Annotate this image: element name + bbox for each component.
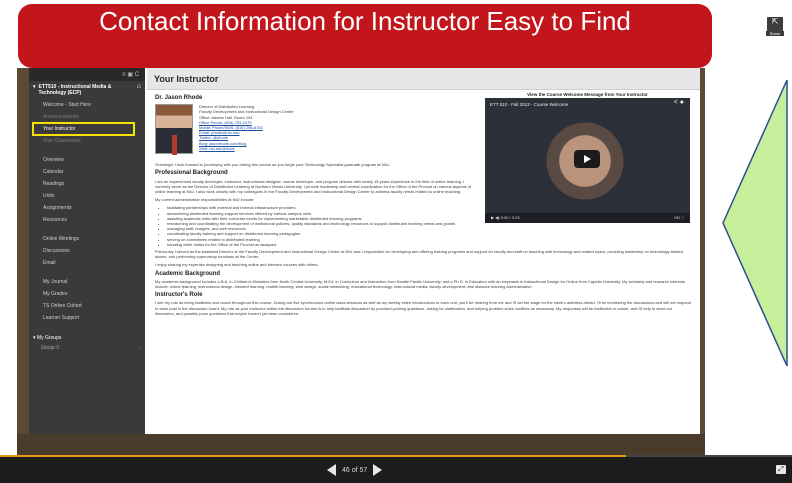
sidebar-item-your-classmates[interactable]: Your Classmates <box>29 135 145 147</box>
sidebar-item-assignments[interactable]: Assignments <box>29 202 145 214</box>
role-text: I see my role as being facilitator and c… <box>155 300 692 316</box>
page-heading: Your Instructor <box>147 68 700 90</box>
page-indicator: 46 of 57 <box>342 466 368 474</box>
greeting-text: Greetings! I look forward to journeying … <box>155 162 390 168</box>
groups-label: My Groups <box>36 335 62 341</box>
course-sidebar: ≡ ▣ C ▾ ETT510 - Instructional Media & T… <box>29 68 145 434</box>
menu-tools: Online Meetings Discussions Email <box>29 233 145 269</box>
list-item: handling other duties for the Office of … <box>167 242 693 247</box>
sidebar-item-ts-online-cohort[interactable]: TS Online Cohort <box>29 300 145 312</box>
video-title: ETT 510 - Fall 2013 - Course Welcome <box>490 102 569 107</box>
chevron-down-icon: ▾ <box>33 84 36 90</box>
sidebar-item-my-grades[interactable]: My Grades <box>29 288 145 300</box>
instructor-page-body: Dr. Jason Rhode Director of Distributed … <box>155 92 693 319</box>
callout-arrow-shape <box>722 80 788 366</box>
sidebar-item-discussions[interactable]: Discussions <box>29 245 145 257</box>
sidebar-item-email[interactable]: Email <box>29 257 145 269</box>
contact-line[interactable]: Web: niu.edu/jrhode <box>199 146 294 151</box>
content-pane: Your Instructor Dr. Jason Rhode Director… <box>147 68 700 434</box>
slide-stage: Contact Information for Instructor Easy … <box>0 0 792 483</box>
sidebar-item-resources[interactable]: Resources <box>29 214 145 226</box>
sidebar-item-learner-support[interactable]: Learner Support <box>29 312 145 324</box>
video-time: 0:00 / 3:23 <box>500 215 520 220</box>
instructor-contact: Director of Distributed Learning Faculty … <box>199 104 294 160</box>
play-icon[interactable]: ▶ <box>491 215 494 220</box>
enjoy-text: I enjoy sharing my expertise designing a… <box>155 262 319 268</box>
groups-header[interactable]: ▾ My Groups <box>33 333 141 343</box>
sidebar-item-online-meetings[interactable]: Online Meetings <box>29 233 145 245</box>
next-slide-icon[interactable] <box>373 464 383 476</box>
sidebar-item-welcome-start-here[interactable]: Welcome - Start Here <box>29 99 145 111</box>
settings-icon[interactable]: HD ⛶ <box>674 213 684 223</box>
group-item[interactable]: Group II → <box>33 343 141 353</box>
professional-text: I am an experienced faculty developer, i… <box>155 178 472 195</box>
screenshot-frame: ≡ ▣ C ▾ ETT510 - Instructional Media & T… <box>17 68 705 455</box>
home-icon[interactable]: ⌂ <box>137 83 141 96</box>
presentation-player-bar: 46 of 57 ⤢ <box>0 455 792 483</box>
sidebar-controls[interactable]: ≡ ▣ C <box>29 68 145 81</box>
academic-heading: Academic Background <box>155 270 221 277</box>
sidebar-item-announcements[interactable]: Announcements <box>29 111 145 123</box>
sidebar-item-my-journal[interactable]: My Journal <box>29 276 145 288</box>
menu-mid: Overview Calendar Readings Units Assignments… <box>29 154 145 226</box>
contact-line: Faculty Development and Instructional De… <box>199 109 294 115</box>
progress-fill <box>0 455 626 457</box>
progress-bar[interactable] <box>0 455 792 457</box>
menu-top: Welcome - Start Here Announcements Your In… <box>29 99 145 147</box>
sidebar-item-units[interactable]: Units <box>29 190 145 202</box>
video-caption: View the Course Welcome Message from You… <box>527 92 648 97</box>
slide-title: Contact Information for Instructor Easy … <box>18 4 712 68</box>
sidebar-item-overview[interactable]: Overview <box>29 154 145 166</box>
sidebar-item-calendar[interactable]: Calendar <box>29 166 145 178</box>
course-title-row[interactable]: ▾ ETT510 - Instructional Media & Technol… <box>29 81 145 99</box>
frame-footer <box>17 434 705 455</box>
play-button[interactable] <box>574 150 600 168</box>
course-title: ETT510 - Instructional Media & Technolog… <box>38 84 112 96</box>
groups-section: ▾ My Groups Group II → <box>29 331 145 355</box>
lms-window: ≡ ▣ C ▾ ETT510 - Instructional Media & T… <box>29 68 700 434</box>
sidebar-item-your-instructor[interactable]: Your Instructor <box>32 122 135 136</box>
fullscreen-icon[interactable]: ⤢ <box>776 465 786 474</box>
academic-text: My academic background includes a B.A. i… <box>155 278 686 290</box>
welcome-video[interactable]: ETT 510 - Fall 2013 - Course Welcome < ●… <box>485 98 690 223</box>
group-item-label: Group II <box>41 345 60 351</box>
video-share-icon[interactable]: < ● <box>674 99 684 106</box>
instructor-photo <box>155 104 193 156</box>
role-heading: Instructor's Role <box>155 292 203 299</box>
menu-bottom: My Journal My Grades TS Online Cohort Learn… <box>29 276 145 324</box>
slide-pager: 46 of 57 <box>327 464 383 476</box>
previously-text: Previously I served as the Assistant Dir… <box>155 249 683 260</box>
share-label[interactable]: Share <box>766 31 784 36</box>
volume-icon[interactable]: ◀) <box>495 215 499 220</box>
arrow-right-icon: → <box>136 345 141 351</box>
video-controls[interactable]: ▶ ◀) 0:00 / 3:23 HD ⛶ <box>485 213 690 223</box>
previous-slide-icon[interactable] <box>327 464 336 476</box>
sidebar-item-readings[interactable]: Readings <box>29 178 145 190</box>
